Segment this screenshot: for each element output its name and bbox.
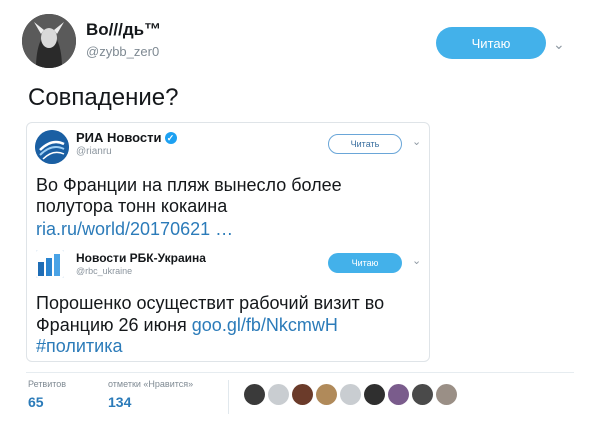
author-name[interactable]: Во///дь™: [86, 20, 161, 40]
quote2-hashtag[interactable]: #политика: [36, 336, 123, 357]
retweets-label[interactable]: Ретвитов: [28, 379, 66, 389]
likes-count[interactable]: 134: [108, 394, 131, 410]
quote1-author-handle[interactable]: @rianru: [76, 146, 112, 157]
liker-avatar[interactable]: [292, 384, 313, 405]
chevron-down-icon[interactable]: ⌄: [412, 135, 421, 148]
chevron-down-icon[interactable]: ⌄: [553, 36, 565, 53]
quote1-author-name[interactable]: РИА Новости ✓: [76, 130, 177, 145]
rbc-ukraine-avatar[interactable]: [36, 250, 64, 278]
liker-avatar[interactable]: [316, 384, 337, 405]
quote1-follow-button[interactable]: Читать: [328, 134, 402, 154]
quote2-author-name[interactable]: Новости РБК-Украина: [76, 251, 206, 265]
liker-avatar[interactable]: [388, 384, 409, 405]
following-button[interactable]: Читаю: [436, 27, 546, 59]
liker-avatars: [244, 384, 457, 405]
liker-avatar[interactable]: [412, 384, 433, 405]
quote2-following-button[interactable]: Читаю: [328, 253, 402, 273]
liker-avatar[interactable]: [340, 384, 361, 405]
quote1-link[interactable]: ria.ru/world/20170621 …: [36, 219, 233, 240]
liker-avatar[interactable]: [244, 384, 265, 405]
verified-badge-icon: ✓: [164, 132, 177, 144]
quote2-link[interactable]: goo.gl/fb/NkcmwH: [192, 315, 338, 335]
stats-separator: [228, 380, 229, 414]
liker-avatar[interactable]: [268, 384, 289, 405]
liker-avatar[interactable]: [364, 384, 385, 405]
quote2-author-handle[interactable]: @rbc_ukraine: [76, 266, 132, 276]
quote1-text: Во Франции на пляж вынесло более полутор…: [36, 175, 342, 216]
ria-novosti-avatar[interactable]: [35, 130, 69, 164]
author-handle[interactable]: @zybb_zer0: [86, 44, 159, 59]
retweets-count[interactable]: 65: [28, 394, 44, 410]
likes-label[interactable]: отметки «Нравится»: [108, 379, 193, 389]
tweet-text: Совпадение?: [28, 84, 179, 111]
chevron-down-icon[interactable]: ⌄: [412, 254, 421, 267]
liker-avatar[interactable]: [436, 384, 457, 405]
stats-divider: [26, 372, 574, 373]
author-avatar[interactable]: [22, 14, 76, 68]
quote2-text: Порошенко осуществит рабочий визит во Фр…: [36, 292, 420, 336]
